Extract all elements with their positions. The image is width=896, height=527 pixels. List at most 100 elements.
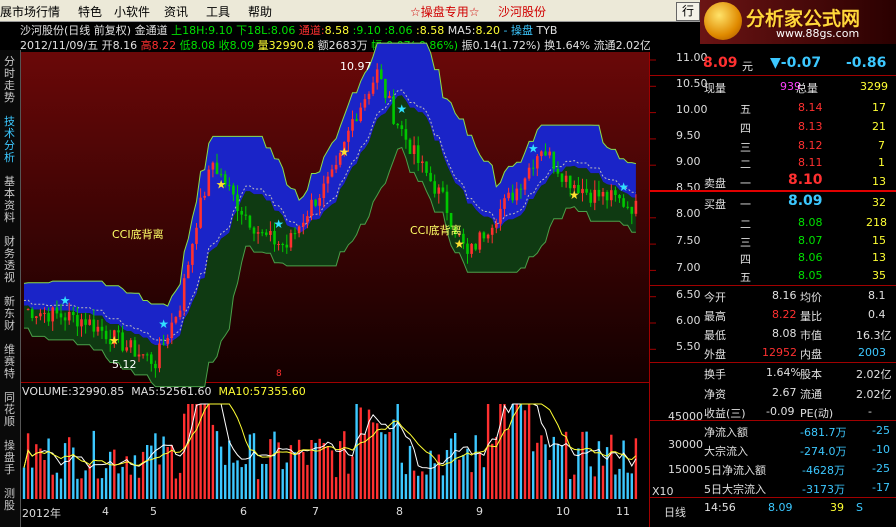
volume-bar xyxy=(433,463,436,499)
candle-body xyxy=(470,243,473,254)
stat-label: 流通 xyxy=(800,388,822,401)
bid-price: 8.06 xyxy=(798,251,823,264)
candle-body xyxy=(293,233,297,235)
candle-body xyxy=(486,234,490,239)
candle-body xyxy=(482,232,486,239)
volume-bar xyxy=(585,431,588,499)
volume-bar xyxy=(84,470,87,499)
candle-body xyxy=(67,312,71,321)
time-tick: 10 xyxy=(556,505,570,518)
candle-body xyxy=(589,192,592,203)
total-vol-label: 总量 xyxy=(796,82,818,95)
candle-body xyxy=(384,78,387,99)
candle-body xyxy=(285,244,289,248)
flow-pct: -10 xyxy=(872,443,890,456)
candle-body xyxy=(203,195,206,198)
stat-label: 内盘 xyxy=(800,348,822,361)
stat-value: 16.3亿 xyxy=(856,329,892,342)
tick-vol: 39 xyxy=(830,501,844,514)
volume-bar xyxy=(355,404,358,499)
volume-bar xyxy=(482,467,486,499)
candle-body xyxy=(59,313,63,318)
ask-vol: 1 xyxy=(878,156,885,169)
candle-body xyxy=(195,227,198,244)
volume-bar xyxy=(293,452,297,499)
stat-value: - xyxy=(868,405,872,418)
star-signal-icon: ★ xyxy=(60,294,71,308)
bid1-label: 买盘 xyxy=(704,198,726,211)
candle-body xyxy=(92,319,96,332)
time-tick: 8 xyxy=(396,505,403,518)
candle-body xyxy=(265,232,268,235)
candle-body xyxy=(527,167,531,179)
divider xyxy=(650,420,896,421)
volume-bar xyxy=(265,464,268,499)
tick-side: S xyxy=(856,501,863,514)
star-signal-icon: ★ xyxy=(216,177,227,191)
volume-bar xyxy=(630,473,633,499)
volume-bar xyxy=(31,467,34,499)
candle-body xyxy=(273,231,276,245)
ask-label: 五 xyxy=(740,103,751,116)
volume-bar xyxy=(626,472,629,499)
candle-body xyxy=(429,172,432,182)
volume-bar xyxy=(63,443,67,499)
candle-body xyxy=(597,189,601,197)
stat-value: 8.22 xyxy=(772,308,797,321)
volume-bar xyxy=(252,433,256,499)
candle-body xyxy=(531,167,535,169)
flow-label: 大宗流入 xyxy=(704,445,748,458)
price-unit: 元 xyxy=(742,60,753,73)
candle-body xyxy=(129,340,133,348)
divider xyxy=(650,75,896,76)
candle-body xyxy=(236,194,239,211)
stat-label: 今开 xyxy=(704,291,726,304)
time-tick: 4 xyxy=(102,505,109,518)
candle-body xyxy=(593,189,597,203)
flow-value: -681.7万 xyxy=(800,426,847,439)
candle-body xyxy=(191,243,194,265)
volume-bar xyxy=(527,404,531,499)
candle-body xyxy=(634,200,638,214)
volume-bar xyxy=(384,434,387,499)
signal-label: CCI底背离 xyxy=(112,228,164,241)
ask-label: 二 xyxy=(740,158,751,171)
candle-body xyxy=(466,243,469,254)
candle-body xyxy=(388,95,391,99)
volume-bar xyxy=(445,450,449,499)
bid-vol: 35 xyxy=(872,269,886,282)
star-signal-icon: ★ xyxy=(109,333,120,347)
volume-bar xyxy=(88,464,91,499)
volume-bar xyxy=(55,472,59,499)
ask-price: 8.12 xyxy=(798,139,823,152)
tick-price: 8.09 xyxy=(768,501,793,514)
candle-body xyxy=(256,232,260,234)
bid1-vol: 32 xyxy=(872,196,886,209)
stat-label: 换手 xyxy=(704,368,726,381)
candle-body xyxy=(380,69,383,79)
volume-bar xyxy=(376,423,379,499)
star-signal-icon: ★ xyxy=(618,180,629,194)
ask-vol: 7 xyxy=(878,139,885,152)
candle-body xyxy=(277,244,280,245)
volume-bar xyxy=(507,428,510,499)
candle-body xyxy=(125,347,128,351)
divider xyxy=(650,497,896,498)
flow-label: 5日大宗流入 xyxy=(704,483,766,496)
candle-body xyxy=(43,312,46,314)
vol-h-label: VOLUME: xyxy=(22,385,72,398)
volume-bar xyxy=(392,419,395,499)
candle-body xyxy=(80,319,83,327)
volume-bar xyxy=(76,478,79,499)
candle-body xyxy=(219,174,223,176)
bid-vol: 13 xyxy=(872,251,886,264)
star-signal-icon: ★ xyxy=(454,237,465,251)
candle-body xyxy=(425,161,428,173)
candle-body xyxy=(618,195,621,199)
candle-body xyxy=(503,198,506,209)
volume-bar xyxy=(429,450,432,499)
volume-bar xyxy=(166,447,169,499)
volume-bar xyxy=(343,431,346,499)
volume-bar xyxy=(491,443,494,499)
volume-bar xyxy=(310,440,313,499)
